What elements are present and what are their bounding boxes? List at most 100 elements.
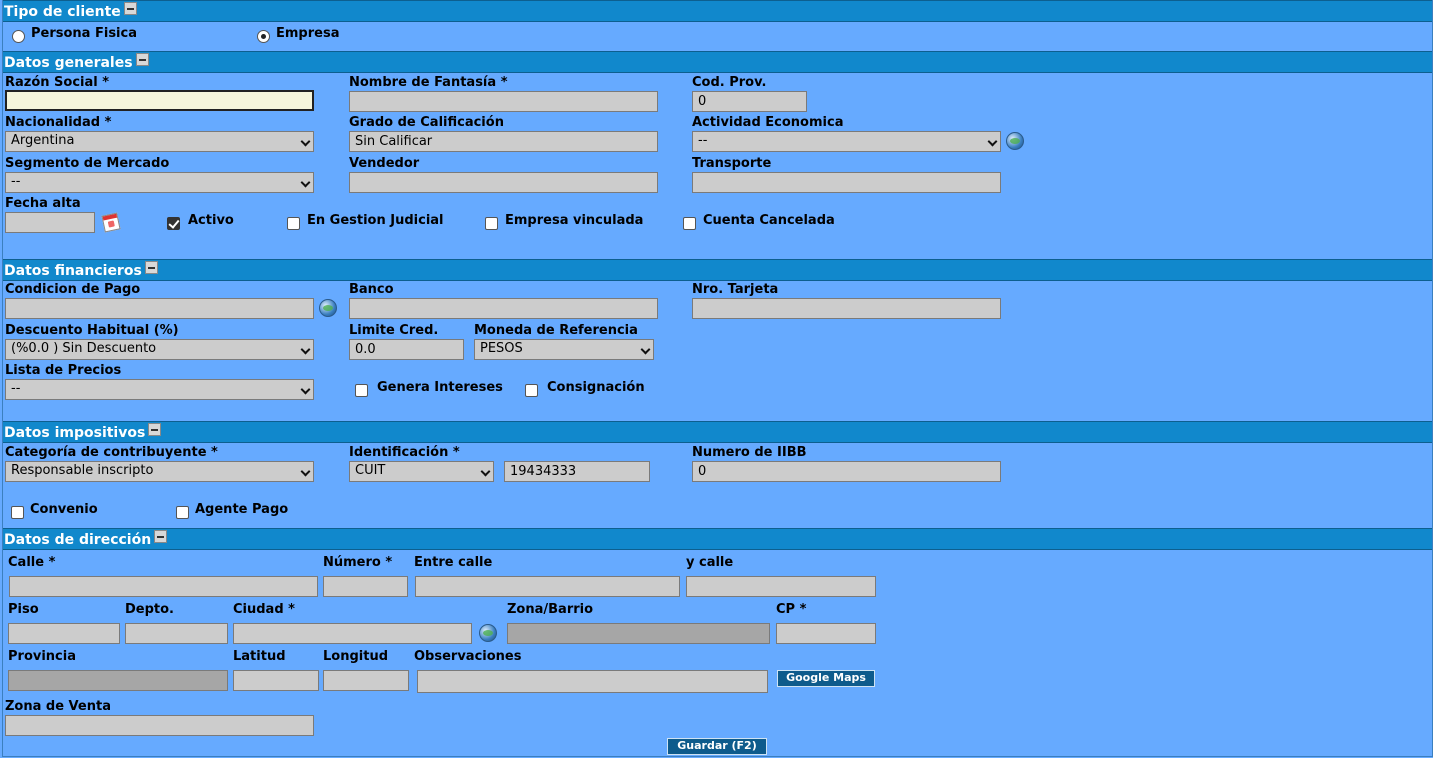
identificacion-input[interactable] xyxy=(504,461,650,482)
field-label: Nombre de Fantasía * xyxy=(349,75,508,90)
select-value: -- xyxy=(698,133,708,148)
checkbox-label: Convenio xyxy=(30,502,98,517)
field-label: Grado de Calificación xyxy=(349,115,504,130)
field-label: Nacionalidad * xyxy=(5,115,112,130)
entre-calle-input[interactable] xyxy=(415,576,680,597)
categoria-contribuyente-select[interactable]: Responsable inscripto xyxy=(5,461,314,482)
checkbox-label: Activo xyxy=(188,213,234,228)
globe-icon[interactable] xyxy=(1006,132,1024,150)
convenio-checkbox[interactable] xyxy=(11,506,24,519)
numero-iibb-input[interactable] xyxy=(692,461,1001,482)
collapse-icon[interactable] xyxy=(154,530,168,543)
collapse-icon[interactable] xyxy=(144,261,158,274)
descuento-habitual-select[interactable]: (%0.0 ) Sin Descuento xyxy=(5,339,314,360)
fecha-alta-input[interactable] xyxy=(5,212,95,233)
section-title: Datos generales xyxy=(4,55,133,71)
field-label: Moneda de Referencia xyxy=(474,323,638,338)
field-label: Banco xyxy=(349,282,394,297)
section-datos-direccion: Datos de dirección xyxy=(3,528,1432,550)
numero-input[interactable] xyxy=(323,576,408,597)
section-tipo-cliente: Tipo de cliente xyxy=(3,0,1432,22)
globe-icon[interactable] xyxy=(479,624,497,642)
gestion-judicial-checkbox[interactable] xyxy=(287,217,300,230)
field-label: Piso xyxy=(8,602,39,617)
chevron-down-icon xyxy=(300,344,311,355)
section-title: Datos de dirección xyxy=(4,532,152,548)
vendedor-input[interactable] xyxy=(349,172,658,193)
field-label: Actividad Economica xyxy=(692,115,844,130)
banco-input[interactable] xyxy=(349,298,658,319)
identificacion-type-select[interactable]: CUIT xyxy=(349,461,494,482)
collapse-icon[interactable] xyxy=(148,423,162,436)
ciudad-input[interactable] xyxy=(233,623,472,644)
chevron-down-icon xyxy=(640,344,651,355)
depto-input[interactable] xyxy=(125,623,228,644)
empresa-vinculada-checkbox[interactable] xyxy=(485,217,498,230)
field-label: Ciudad * xyxy=(233,602,295,617)
provincia-input[interactable] xyxy=(8,670,228,691)
actividad-economica-select[interactable]: -- xyxy=(692,131,1001,152)
nro-tarjeta-input[interactable] xyxy=(692,298,1001,319)
moneda-referencia-select[interactable]: PESOS xyxy=(474,339,654,360)
client-form: Tipo de cliente Persona Fisica Empresa D… xyxy=(2,0,1433,757)
select-value: (%0.0 ) Sin Descuento xyxy=(11,341,157,356)
segmento-mercado-select[interactable]: -- xyxy=(5,172,314,193)
select-value: -- xyxy=(11,174,21,189)
checkbox-label: Empresa vinculada xyxy=(505,213,644,228)
razon-social-input[interactable] xyxy=(5,90,314,111)
globe-icon[interactable] xyxy=(319,299,337,317)
checkbox-label: Consignación xyxy=(547,380,645,395)
field-label: Provincia xyxy=(8,649,76,664)
cp-input[interactable] xyxy=(776,623,876,644)
section-title: Tipo de cliente xyxy=(4,4,121,20)
field-label: CP * xyxy=(776,602,807,617)
section-title: Datos impositivos xyxy=(4,425,146,441)
piso-input[interactable] xyxy=(8,623,120,644)
select-value: PESOS xyxy=(480,341,523,356)
select-value: -- xyxy=(11,381,21,396)
field-label: Zona/Barrio xyxy=(507,602,594,617)
latitud-input[interactable] xyxy=(233,670,319,691)
nacionalidad-select[interactable]: Argentina xyxy=(5,131,314,152)
nombre-fantasia-input[interactable] xyxy=(349,91,658,112)
collapse-icon[interactable] xyxy=(135,53,149,66)
chevron-down-icon xyxy=(480,466,491,477)
field-label: Lista de Precios xyxy=(5,363,122,378)
section-datos-financieros: Datos financieros xyxy=(3,259,1432,281)
zona-venta-input[interactable] xyxy=(5,715,314,736)
transporte-input[interactable] xyxy=(692,172,1001,193)
lista-precios-select[interactable]: -- xyxy=(5,379,314,400)
guardar-button[interactable]: Guardar (F2) xyxy=(667,738,767,755)
field-label: Latitud xyxy=(233,649,286,664)
longitud-input[interactable] xyxy=(323,670,409,691)
chevron-down-icon xyxy=(300,177,311,188)
section-title: Datos financieros xyxy=(4,263,142,279)
collapse-icon[interactable] xyxy=(123,2,137,15)
y-calle-input[interactable] xyxy=(686,576,876,597)
grado-calificacion-input[interactable] xyxy=(349,131,658,152)
agente-pago-checkbox[interactable] xyxy=(176,506,189,519)
consignacion-checkbox[interactable] xyxy=(525,384,538,397)
calle-input[interactable] xyxy=(9,576,318,597)
activo-checkbox[interactable] xyxy=(167,217,180,230)
field-label: Descuento Habitual (%) xyxy=(5,323,179,338)
genera-intereses-checkbox[interactable] xyxy=(355,384,368,397)
checkbox-label: Agente Pago xyxy=(195,502,289,517)
section-datos-generales: Datos generales xyxy=(3,51,1432,73)
radio-persona-fisica[interactable] xyxy=(12,30,25,43)
select-value: CUIT xyxy=(355,463,386,478)
limite-cred-input[interactable] xyxy=(349,339,464,360)
field-label: Categoría de contribuyente * xyxy=(5,445,218,460)
observaciones-input[interactable] xyxy=(417,670,768,693)
zona-barrio-input[interactable] xyxy=(507,623,770,644)
condicion-pago-input[interactable] xyxy=(5,298,314,319)
cod-prov-input[interactable] xyxy=(692,91,807,112)
checkbox-label: Cuenta Cancelada xyxy=(703,213,835,228)
field-label: Fecha alta xyxy=(5,196,81,211)
google-maps-button[interactable]: Google Maps xyxy=(777,670,875,687)
radio-empresa[interactable] xyxy=(257,30,270,43)
cuenta-cancelada-checkbox[interactable] xyxy=(683,217,696,230)
field-label: Calle * xyxy=(8,555,56,570)
field-label: Nro. Tarjeta xyxy=(692,282,779,297)
calendar-icon[interactable] xyxy=(100,212,122,234)
